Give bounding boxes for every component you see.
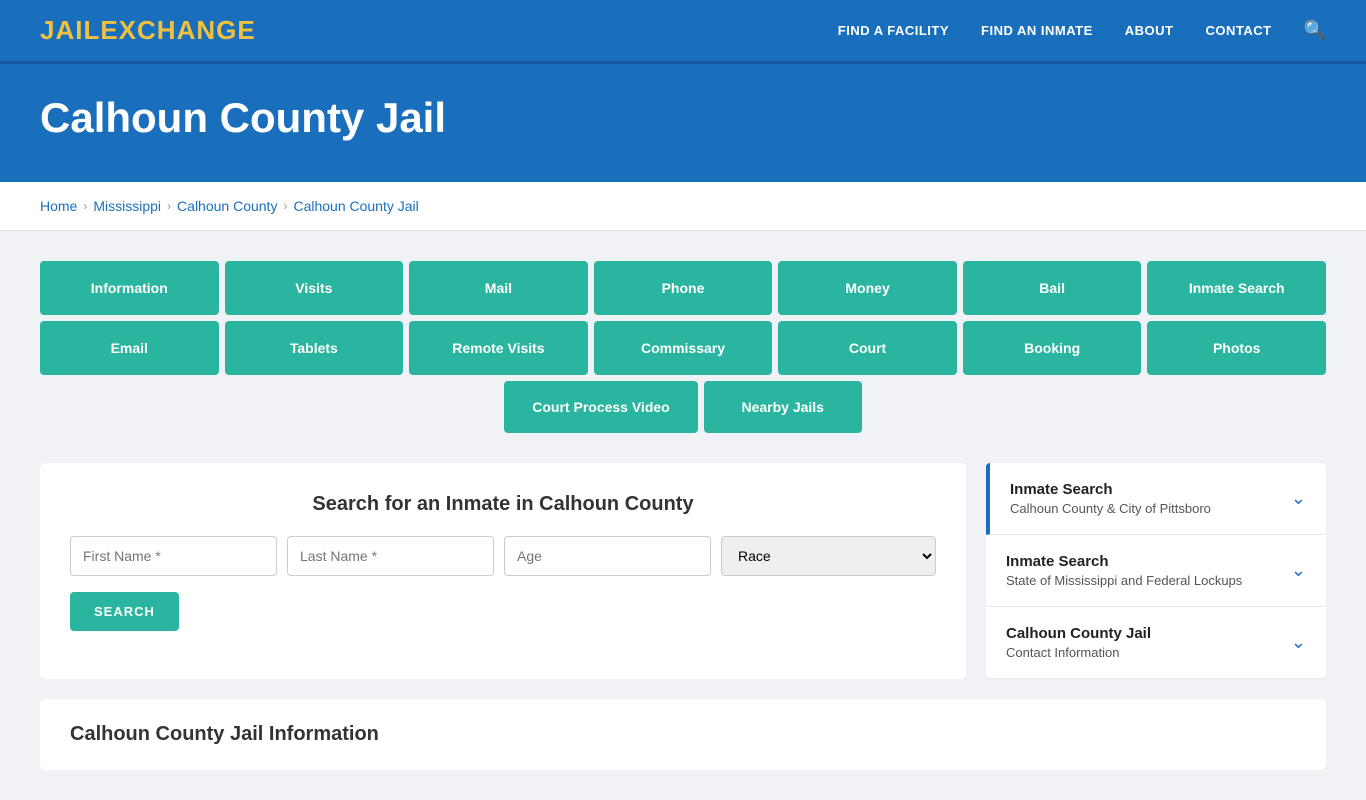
sidebar: Inmate Search Calhoun County & City of P… [986, 463, 1326, 679]
sidebar-card-0-subtitle: Calhoun County & City of Pittsboro [1010, 501, 1211, 516]
breadcrumb-sep-1: › [83, 199, 87, 213]
nav-about[interactable]: ABOUT [1125, 23, 1174, 38]
breadcrumb-county[interactable]: Calhoun County [177, 198, 277, 214]
first-name-input[interactable] [70, 536, 277, 576]
button-row-2: Email Tablets Remote Visits Commissary C… [40, 321, 1326, 375]
search-icon[interactable]: 🔍 [1304, 20, 1326, 41]
breadcrumb-sep-2: › [167, 199, 171, 213]
breadcrumb-bar: Home › Mississippi › Calhoun County › Ca… [0, 182, 1366, 231]
sidebar-card-1[interactable]: Inmate Search State of Mississippi and F… [986, 535, 1326, 607]
search-panel-title: Search for an Inmate in Calhoun County [70, 493, 936, 516]
logo-jail: JAIL [40, 15, 100, 45]
sidebar-card-2-text: Calhoun County Jail Contact Information [1006, 625, 1151, 660]
sidebar-card-1-text: Inmate Search State of Mississippi and F… [1006, 553, 1242, 588]
btn-inmate-search[interactable]: Inmate Search [1147, 261, 1326, 315]
breadcrumb-home[interactable]: Home [40, 198, 77, 214]
btn-visits[interactable]: Visits [225, 261, 404, 315]
chevron-down-icon-0: ⌄ [1291, 488, 1306, 509]
sidebar-card-2-subtitle: Contact Information [1006, 645, 1151, 660]
sidebar-card-2[interactable]: Calhoun County Jail Contact Information … [986, 607, 1326, 679]
btn-nearby-jails[interactable]: Nearby Jails [704, 381, 862, 433]
main-nav: FIND A FACILITY FIND AN INMATE ABOUT CON… [838, 20, 1326, 41]
search-submit-button[interactable]: SEARCH [70, 592, 179, 631]
chevron-down-icon-2: ⌄ [1291, 632, 1306, 653]
logo-exchange: EXCHANGE [100, 15, 255, 45]
btn-booking[interactable]: Booking [963, 321, 1142, 375]
btn-information[interactable]: Information [40, 261, 219, 315]
btn-remote-visits[interactable]: Remote Visits [409, 321, 588, 375]
nav-contact[interactable]: CONTACT [1205, 23, 1271, 38]
last-name-input[interactable] [287, 536, 494, 576]
info-section: Calhoun County Jail Information [40, 699, 1326, 770]
sidebar-card-0-text: Inmate Search Calhoun County & City of P… [1010, 481, 1211, 516]
breadcrumb: Home › Mississippi › Calhoun County › Ca… [40, 198, 1326, 214]
site-header: JAILEXCHANGE FIND A FACILITY FIND AN INM… [0, 0, 1366, 64]
page-title: Calhoun County Jail [40, 94, 1326, 142]
nav-find-facility[interactable]: FIND A FACILITY [838, 23, 949, 38]
btn-tablets[interactable]: Tablets [225, 321, 404, 375]
sidebar-card-0-title: Inmate Search [1010, 481, 1211, 498]
button-row-1: Information Visits Mail Phone Money Bail… [40, 261, 1326, 315]
btn-money[interactable]: Money [778, 261, 957, 315]
btn-court-process-video[interactable]: Court Process Video [504, 381, 697, 433]
sidebar-card-0[interactable]: Inmate Search Calhoun County & City of P… [986, 463, 1326, 535]
btn-bail[interactable]: Bail [963, 261, 1142, 315]
content-columns: Search for an Inmate in Calhoun County R… [40, 463, 1326, 679]
sidebar-card-2-title: Calhoun County Jail [1006, 625, 1151, 642]
age-input[interactable] [504, 536, 711, 576]
btn-email[interactable]: Email [40, 321, 219, 375]
info-section-title: Calhoun County Jail Information [70, 723, 1296, 746]
breadcrumb-state[interactable]: Mississippi [93, 198, 161, 214]
breadcrumb-current: Calhoun County Jail [293, 198, 418, 214]
hero-section: Calhoun County Jail [0, 64, 1366, 182]
race-select[interactable]: Race [721, 536, 936, 576]
breadcrumb-sep-3: › [283, 199, 287, 213]
main-content: Information Visits Mail Phone Money Bail… [0, 231, 1366, 800]
inmate-search-panel: Search for an Inmate in Calhoun County R… [40, 463, 966, 679]
btn-photos[interactable]: Photos [1147, 321, 1326, 375]
btn-court[interactable]: Court [778, 321, 957, 375]
sidebar-card-1-subtitle: State of Mississippi and Federal Lockups [1006, 573, 1242, 588]
site-logo[interactable]: JAILEXCHANGE [40, 15, 256, 46]
sidebar-card-1-title: Inmate Search [1006, 553, 1242, 570]
nav-find-inmate[interactable]: FIND AN INMATE [981, 23, 1093, 38]
button-row-3: Court Process Video Nearby Jails [40, 381, 1326, 433]
chevron-down-icon-1: ⌄ [1291, 560, 1306, 581]
btn-mail[interactable]: Mail [409, 261, 588, 315]
search-fields: Race [70, 536, 936, 576]
btn-commissary[interactable]: Commissary [594, 321, 773, 375]
btn-phone[interactable]: Phone [594, 261, 773, 315]
